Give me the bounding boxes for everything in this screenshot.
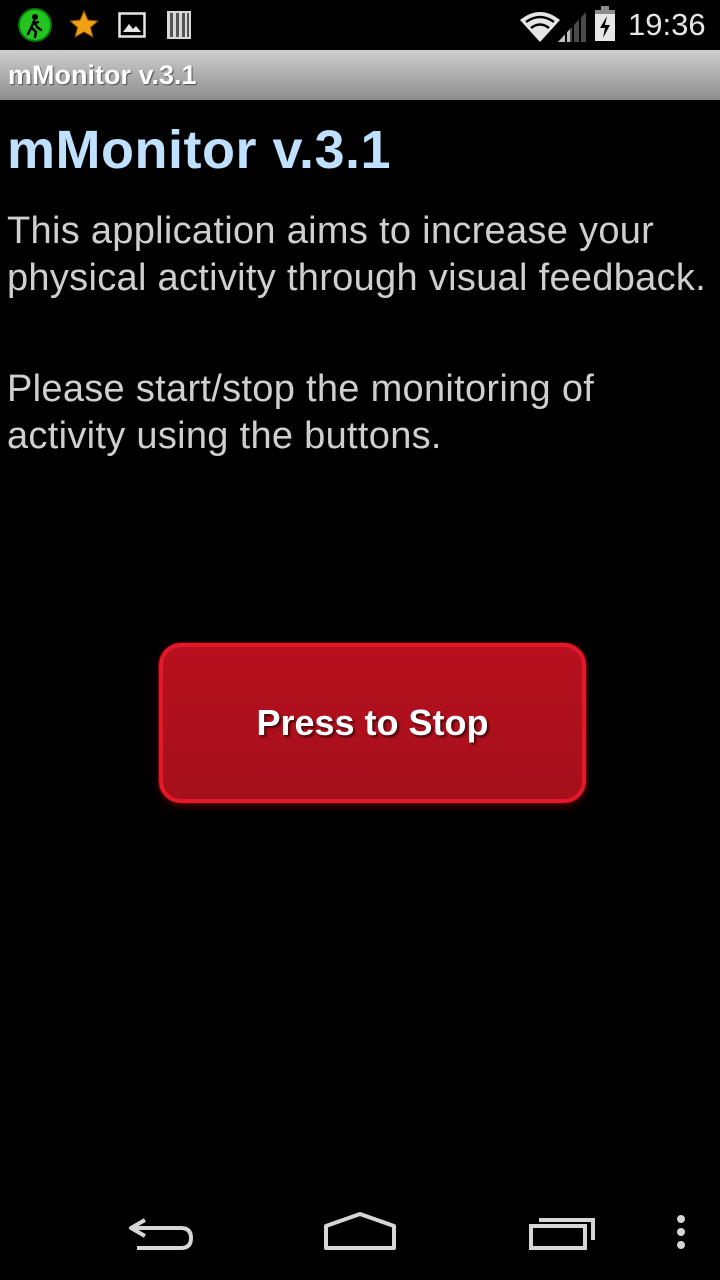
overflow-menu-icon [677, 1215, 685, 1249]
status-bar: 19:36 [0, 0, 720, 50]
home-button[interactable] [300, 1184, 420, 1280]
instruction-text: Please start/stop the monitoring of acti… [7, 368, 595, 457]
overflow-menu-button[interactable] [656, 1184, 706, 1280]
page-title: mMonitor v.3.1 [7, 120, 392, 180]
sd-card-icon [166, 10, 192, 40]
window-title: mMonitor v.3.1 [8, 60, 197, 90]
back-button[interactable] [100, 1184, 220, 1280]
home-icon [324, 1212, 396, 1250]
signal-icon [556, 10, 588, 42]
recent-apps-icon [529, 1218, 595, 1250]
stop-monitoring-button[interactable]: Press to Stop [159, 643, 586, 803]
title-bar: mMonitor v.3.1 [0, 50, 720, 100]
star-icon [68, 8, 100, 42]
recent-apps-button[interactable] [502, 1184, 622, 1280]
description-text: This application aims to increase your p… [7, 210, 707, 299]
back-icon [129, 1218, 194, 1250]
battery-charging-icon [594, 6, 616, 42]
navigation-bar [0, 1184, 720, 1280]
image-icon [118, 12, 146, 38]
stop-button-label: Press to Stop [256, 702, 489, 743]
screen: 19:36 mMonitor v.3.1 mMonitor v.3.1 This… [0, 0, 720, 1280]
status-clock: 19:36 [628, 7, 706, 42]
app-running-icon [18, 8, 52, 42]
